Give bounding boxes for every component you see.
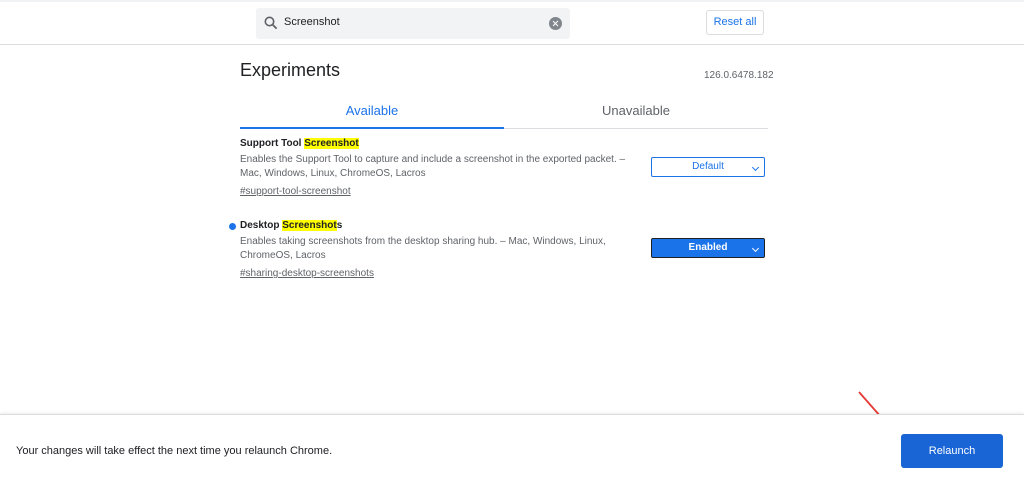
search-input[interactable]: Screenshot (284, 16, 340, 28)
experiment-description: Enables the Support Tool to capture and … (240, 154, 626, 179)
top-toolbar: Screenshot Reset all (0, 0, 1024, 45)
experiment-support-tool-screenshot: Support Tool Screenshot Enables the Supp… (240, 137, 650, 199)
tab-unavailable[interactable]: Unavailable (504, 96, 768, 129)
version-label: 126.0.6478.182 (704, 70, 774, 81)
reset-all-button[interactable]: Reset all (706, 10, 764, 35)
experiment-name: Support Tool Screenshot (240, 137, 650, 151)
experiment-desktop-screenshots: Desktop Screenshots Enables taking scree… (240, 219, 650, 281)
experiment-state-select[interactable]: Enabled (651, 238, 765, 258)
chevron-down-icon (751, 163, 760, 172)
relaunch-message: Your changes will take effect the next t… (16, 445, 333, 457)
experiment-name-text: Desktop (240, 220, 283, 231)
experiment-name-suffix: s (336, 220, 343, 231)
relaunch-button[interactable]: Relaunch (901, 434, 1003, 468)
experiment-name-text: Support Tool (240, 138, 305, 149)
experiment-name: Desktop Screenshots (240, 219, 650, 233)
tab-available[interactable]: Available (240, 96, 504, 129)
search-highlight: Screenshot (304, 138, 359, 149)
top-divider (0, 0, 1024, 2)
experiment-permalink[interactable]: #sharing-desktop-screenshots (240, 267, 374, 281)
select-value: Enabled (688, 242, 728, 253)
search-highlight: Screenshot (282, 220, 337, 231)
clear-search-icon[interactable] (549, 17, 562, 30)
relaunch-bar: Your changes will take effect the next t… (0, 414, 1024, 477)
experiment-state-select[interactable]: Default (651, 157, 765, 177)
tab-bar: Available Unavailable (240, 96, 768, 129)
chevron-down-icon (751, 244, 760, 253)
experiment-description: Enables taking screenshots from the desk… (240, 236, 606, 261)
search-box[interactable]: Screenshot (256, 8, 570, 39)
experiment-permalink[interactable]: #support-tool-screenshot (240, 185, 351, 199)
page-title: Experiments (240, 60, 341, 80)
search-icon (264, 16, 278, 30)
select-value: Default (692, 161, 724, 172)
modified-indicator-dot (229, 223, 236, 230)
